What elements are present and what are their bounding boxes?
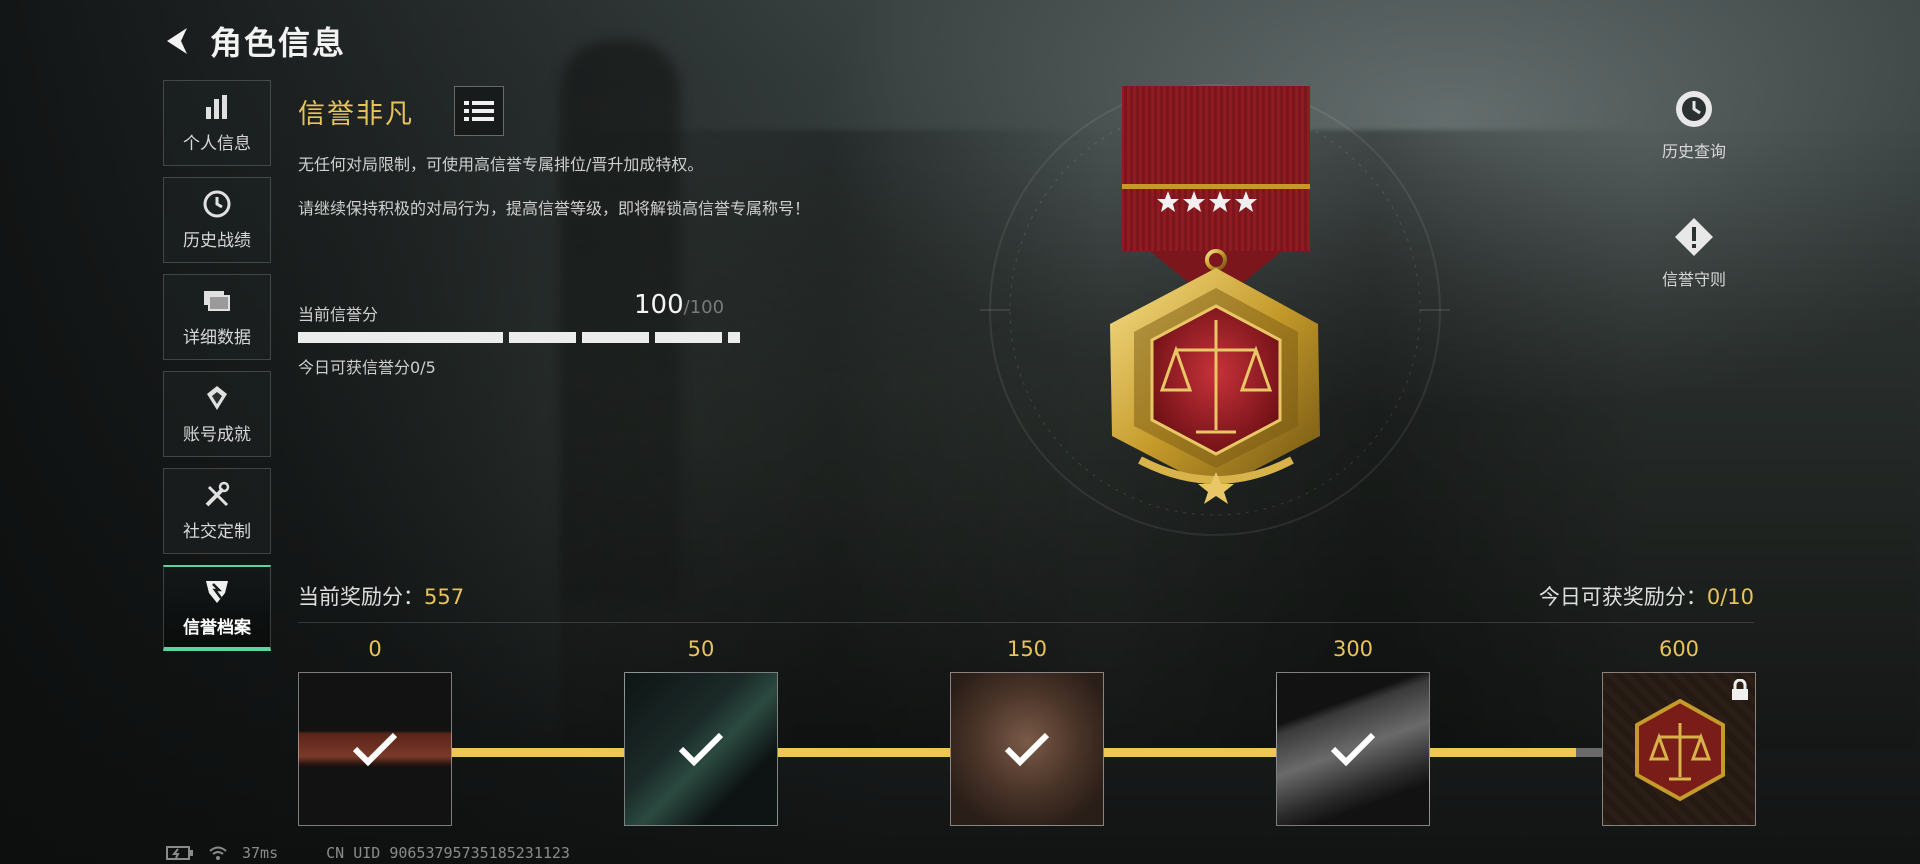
lock-icon (1732, 679, 1748, 700)
current-reward-points: 当前奖励分：557 (298, 581, 464, 611)
credit-score-label: 当前信誉分 (298, 305, 379, 324)
reward-track-line (778, 748, 950, 757)
reward-milestone: 50 (624, 636, 778, 826)
reward-milestone: 600 (1602, 636, 1756, 826)
tier-row: 信誉非凡 (298, 86, 898, 136)
sidebar-item-label: 个人信息 (183, 133, 251, 154)
sidebar-item-label: 信誉档案 (183, 617, 251, 638)
credit-bar-segment (509, 332, 576, 343)
reward-milestone: 300 (1276, 636, 1430, 826)
sidebar-item-match-history[interactable]: 历史战绩 (163, 177, 271, 263)
wifi-icon (209, 846, 227, 860)
sidebar-item-label: 详细数据 (183, 327, 251, 348)
sidebar-item-label: 账号成就 (183, 424, 251, 445)
reward-item-card[interactable] (1276, 672, 1430, 826)
history-clock-icon (203, 190, 231, 218)
sidebar-item-personal-info[interactable]: 个人信息 (163, 80, 271, 166)
today-reward-label: 今日可获奖励分： (1538, 585, 1707, 609)
sidebar-item-achievements[interactable]: 账号成就 (163, 371, 271, 457)
milestone-value: 300 (1332, 637, 1374, 661)
status-bar: 37ms CN UID 90653795735185231123 (166, 844, 570, 862)
battery-icon (166, 846, 193, 860)
reward-milestone: 0 (298, 636, 452, 826)
checkmark-icon (1330, 732, 1376, 767)
credit-score-max: /100 (683, 297, 725, 318)
credit-bar-segment (655, 332, 722, 343)
credit-rules-button[interactable]: 信誉守则 (1634, 216, 1754, 290)
warning-diamond-icon (1675, 218, 1713, 256)
credit-bar-segment (728, 332, 740, 343)
player-uid: CN UID 90653795735185231123 (326, 844, 570, 862)
achievement-badge-icon (203, 384, 231, 412)
credit-medal (980, 80, 1450, 550)
credit-score-bar (298, 332, 740, 343)
sidebar-item-detailed-data[interactable]: 详细数据 (163, 274, 271, 360)
reward-track-line-locked (1576, 748, 1602, 757)
reward-track-line (1104, 748, 1276, 757)
credit-tier-name: 信誉非凡 (298, 98, 414, 130)
credit-info-panel: 信誉非凡 无任何对局限制，可使用高信誉专属排位/晋升加成特权。 请继续保持积极的… (298, 86, 898, 377)
reward-track-line (452, 748, 624, 757)
reward-milestone: 150 (950, 636, 1104, 826)
tier-list-button[interactable] (454, 86, 504, 136)
cards-icon (203, 287, 231, 315)
sidebar-item-credit-profile[interactable]: 信誉档案 (163, 565, 271, 651)
credit-bar-segment (298, 332, 503, 343)
current-reward-value: 557 (424, 585, 465, 609)
page-title: 角色信息 (210, 24, 347, 62)
today-reward-points: 今日可获奖励分：0/10 (1539, 581, 1754, 611)
reward-item-weapon-skin[interactable] (624, 672, 778, 826)
milestone-value: 50 (687, 637, 715, 661)
milestone-value: 150 (1006, 637, 1048, 661)
checkmark-icon (352, 732, 398, 767)
history-clock-icon (1676, 91, 1712, 127)
credit-shield-icon (203, 577, 231, 605)
reward-item-emblem[interactable] (950, 672, 1104, 826)
reward-divider (298, 622, 1754, 623)
page-header: 角色信息 (160, 18, 346, 64)
credit-rules-label: 信誉守则 (1661, 270, 1726, 289)
sidebar-item-label: 社交定制 (183, 521, 251, 542)
reward-track-line (1430, 748, 1576, 757)
back-arrow-icon[interactable] (160, 23, 196, 59)
history-query-button[interactable]: 历史查询 (1634, 88, 1754, 162)
list-icon (464, 101, 494, 121)
checkmark-icon (1004, 732, 1050, 767)
sidebar-item-social-custom[interactable]: 社交定制 (163, 468, 271, 554)
credit-description-encourage: 请继续保持积极的对局行为，提高信誉等级，即将解锁高信誉专属称号！ (298, 199, 811, 218)
history-query-label: 历史查询 (1661, 142, 1726, 161)
sidebar-item-label: 历史战绩 (183, 230, 251, 251)
credit-description-privileges: 无任何对局限制，可使用高信誉专属排位/晋升加成特权。 (298, 155, 704, 174)
scale-medal-icon (1635, 698, 1725, 802)
ping-value: 37ms (242, 844, 279, 862)
credit-bar-segment (582, 332, 649, 343)
today-reward-value: 0/10 (1706, 585, 1754, 609)
checkmark-icon (678, 732, 724, 767)
milestone-value: 600 (1658, 637, 1700, 661)
tools-icon (203, 481, 231, 509)
current-reward-label: 当前奖励分： (298, 585, 424, 609)
bar-chart-icon (203, 93, 231, 121)
reward-item-nameplate[interactable] (298, 672, 452, 826)
credit-score-value: 100/100 (634, 290, 724, 320)
sidebar: 个人信息 历史战绩 详细数据 账号成就 社交定制 信誉档案 (163, 80, 273, 662)
credit-score-current: 100 (634, 290, 684, 320)
today-credit-gain: 今日可获信誉分0/5 (298, 358, 436, 377)
reward-item-locked-medal[interactable] (1602, 672, 1756, 826)
milestone-value: 0 (368, 637, 382, 661)
